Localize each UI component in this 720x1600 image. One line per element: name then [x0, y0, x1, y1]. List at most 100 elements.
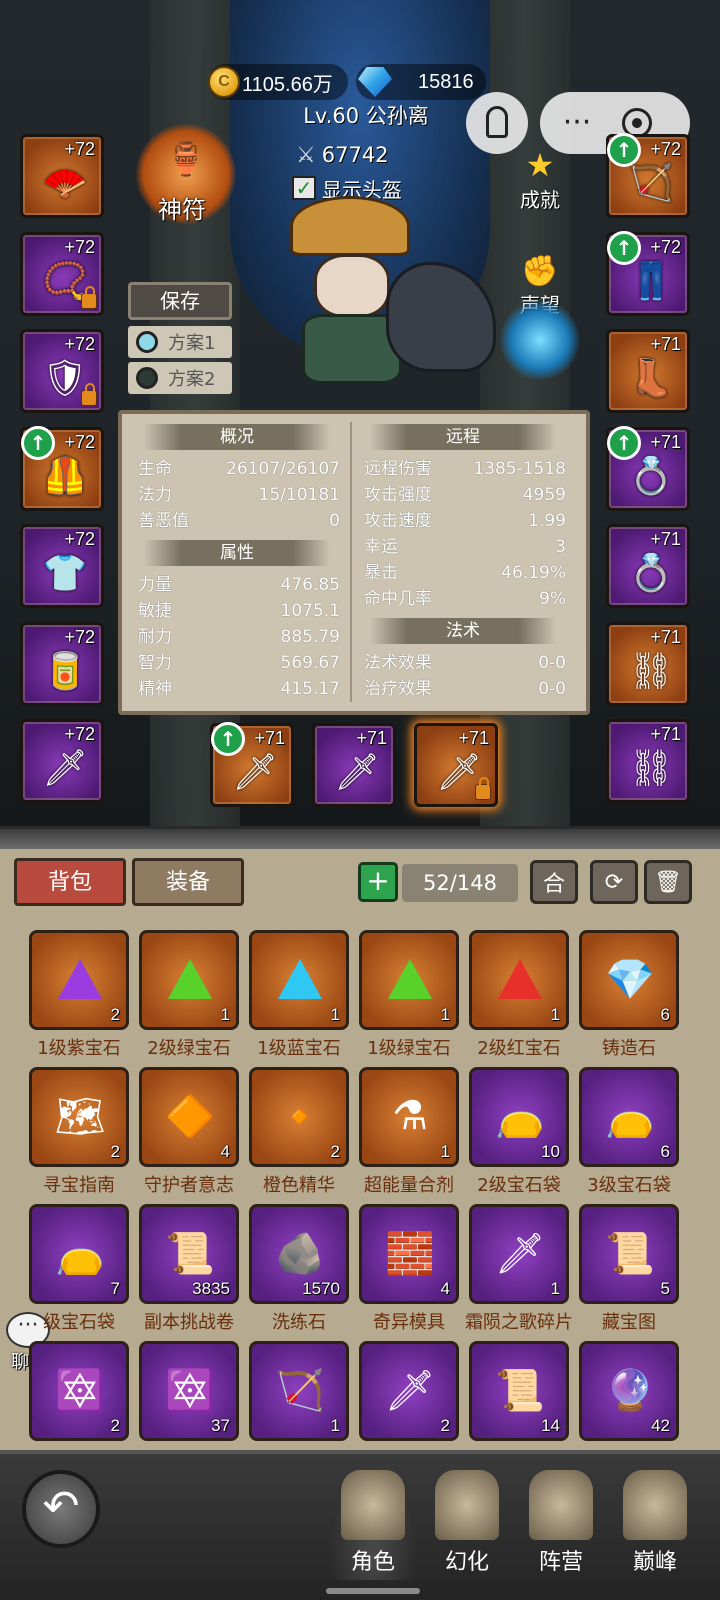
sword-shard-icon: 🗡 [494, 1230, 546, 1277]
equipment-slot[interactable]: +72 🏹 ↑ [606, 133, 690, 218]
nav-label: 幻化 [444, 1550, 489, 1575]
equipment-slot[interactable]: +72 👖 ↑ [606, 230, 690, 316]
refresh-button[interactable]: ⟳ [590, 860, 638, 904]
inventory-item[interactable]: 1 [249, 930, 349, 1030]
item-count: 1 [550, 1279, 560, 1298]
inventory-item[interactable]: 📜 14 [469, 1341, 569, 1441]
equipment-slot[interactable]: +71 🗡 ↑ [210, 722, 294, 807]
inventory-item[interactable]: 2 [29, 930, 129, 1030]
nav-character[interactable]: 角色 [328, 1470, 418, 1580]
equipment-slot[interactable]: +71 👢 [606, 329, 690, 413]
equipment-slot[interactable]: +72 🦺 ↑ [20, 425, 104, 511]
plan2-option[interactable]: 方案2 [128, 362, 232, 394]
nav-peak[interactable]: 巅峰 [610, 1470, 700, 1580]
rune-stone-icon: 🪨 [275, 1230, 325, 1277]
item-name: 2级红宝石 [477, 1038, 561, 1059]
slot-level: +71 [650, 431, 681, 452]
inventory-item[interactable]: 👝 7 [29, 1204, 129, 1304]
stat-row: 远程伤害 1385-1518 [352, 456, 574, 482]
inventory-item[interactable]: 🔮 42 [579, 1341, 679, 1441]
back-button[interactable]: ↶ [22, 1470, 100, 1548]
tab-bag[interactable]: 背包 [14, 858, 126, 906]
inventory-item[interactable]: 🔯 37 [139, 1341, 239, 1441]
equipment-slot[interactable]: +72 🗡 [20, 719, 104, 803]
inventory-item[interactable]: 📜 3835 [139, 1204, 239, 1304]
equipment-slot[interactable]: +72 👕 [20, 524, 104, 608]
inventory-item[interactable]: 1 [469, 930, 569, 1030]
dagger-icon: 🗡 [232, 752, 278, 793]
inventory-item[interactable]: 🔯 2 [29, 1341, 129, 1441]
item-name: 级宝石袋 [43, 1312, 115, 1333]
slot-level: +72 [650, 236, 681, 257]
bag-capacity: 52/148 [402, 864, 518, 902]
nav-faction[interactable]: 阵营 [516, 1470, 606, 1580]
merge-button[interactable]: 合 [530, 860, 578, 904]
inventory-item[interactable]: 🗺 2 [29, 1067, 129, 1167]
item-count: 1570 [302, 1279, 340, 1298]
stat-value: 4959 [522, 485, 566, 505]
inventory-item[interactable]: 1 [359, 930, 459, 1030]
delete-button[interactable]: 🗑 [644, 860, 692, 904]
gem-amount: 15816 [418, 70, 474, 93]
pants-icon: 👖 [628, 260, 674, 302]
item-count: 1 [220, 1005, 230, 1024]
item-name: 守护者意志 [144, 1175, 234, 1196]
merge-label: 合 [542, 872, 565, 897]
upgrade-arrow-icon: ↑ [211, 722, 245, 756]
ring-icon: 💍 [628, 455, 674, 497]
scroll-icon: 📜 [165, 1230, 215, 1277]
inventory-item[interactable]: 🔸 2 [249, 1067, 349, 1167]
equipment-slot[interactable]: +71 ⛓ [606, 719, 690, 803]
inventory-item[interactable]: ⚗ 1 [359, 1067, 459, 1167]
inventory-item[interactable]: 👝 6 [579, 1067, 679, 1167]
equipment-slot[interactable]: +71 ⛓ [606, 621, 690, 706]
expand-bag-button[interactable]: + [358, 862, 398, 902]
stat-value: 9% [539, 589, 566, 609]
achievement-button[interactable]: ★ 成就 [510, 146, 570, 216]
nav-transmog[interactable]: 幻化 [422, 1470, 512, 1580]
talisman-label: 神符 [158, 196, 206, 224]
mask-icon [435, 1470, 499, 1540]
star-medal-icon: ★ [525, 146, 555, 184]
stat-value: 885.79 [280, 627, 340, 647]
item-count: 1 [440, 1142, 450, 1161]
more-icon[interactable]: ··· [540, 108, 614, 138]
equipment-slot[interactable]: +72 📿 [20, 231, 104, 316]
inventory-item[interactable]: 🪨 1570 [249, 1204, 349, 1304]
save-button[interactable]: 保存 [128, 282, 232, 320]
plan1-option[interactable]: 方案1 [128, 326, 232, 358]
nav-label: 角色 [350, 1550, 395, 1575]
belt-icon: ⛓ [628, 748, 674, 789]
item-count: 1 [330, 1005, 340, 1024]
item-name: 副本挑战卷 [144, 1312, 234, 1333]
equipment-slot[interactable]: +72 🪭 [20, 134, 104, 218]
equipment-slot[interactable]: +71 💍 [606, 524, 690, 608]
eagle-icon [623, 1470, 687, 1540]
ranged-header: 远程 [370, 424, 556, 450]
equipment-slot[interactable]: +72 🥫 [20, 621, 104, 706]
inventory-item[interactable]: 🗡 2 [359, 1341, 459, 1441]
tab-equipment[interactable]: 装备 [132, 858, 244, 906]
ring-icon: 💍 [628, 553, 674, 594]
inventory-item[interactable]: 🏹 1 [249, 1341, 349, 1441]
equipment-slot[interactable]: +71 🗡 [312, 723, 396, 807]
equipment-slot[interactable]: +71 🗡 [414, 723, 498, 807]
inventory-item[interactable]: 🧱 4 [359, 1204, 459, 1304]
inventory-item[interactable]: 🔶 4 [139, 1067, 239, 1167]
slot-level: +71 [458, 728, 489, 748]
item-count: 14 [541, 1416, 560, 1435]
equipment-slot[interactable]: +72 🛡 [20, 329, 104, 413]
inventory-item[interactable]: 🗡 1 [469, 1204, 569, 1304]
avatar-button[interactable] [466, 92, 528, 154]
inventory-item[interactable]: 💎 6 [579, 930, 679, 1030]
inventory-item[interactable]: 1 [139, 930, 239, 1030]
stat-label: 生命 [138, 459, 172, 479]
talisman-button[interactable]: 🏺 神符 [136, 124, 236, 224]
stat-value: 1.99 [528, 511, 566, 531]
equipment-slot[interactable]: +71 💍 ↑ [606, 425, 690, 511]
stat-value: 1075.1 [280, 601, 340, 621]
inventory-item[interactable]: 👝 10 [469, 1067, 569, 1167]
item-name: 2级宝石袋 [477, 1175, 561, 1196]
upgrade-arrow-icon: ↑ [607, 133, 641, 167]
inventory-item[interactable]: 📜 5 [579, 1204, 679, 1304]
